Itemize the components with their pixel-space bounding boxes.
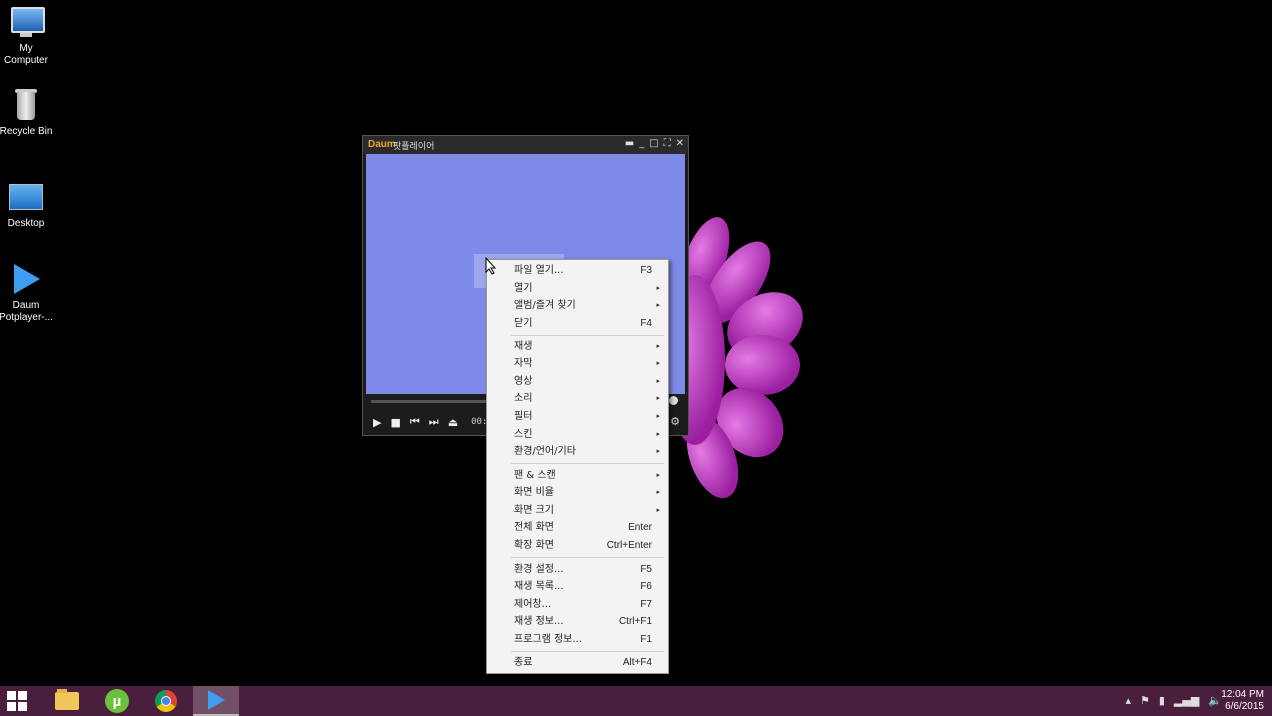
clock-time: 12:04 PM — [1221, 689, 1264, 700]
menu-separator — [511, 557, 664, 558]
menu-item-screen-size[interactable]: 화면 크기 ▸ — [487, 502, 668, 519]
menu-item-video[interactable]: 영상 ▸ — [487, 373, 668, 390]
clock-date: 6/6/2015 — [1225, 701, 1264, 712]
menu-item-audio[interactable]: 소리 ▸ — [487, 390, 668, 407]
volume-icon[interactable]: 🔈 — [1208, 694, 1222, 707]
taskbar-utorrent[interactable]: µ — [94, 686, 140, 716]
eject-icon[interactable]: ⏏ — [448, 416, 458, 429]
title-bar[interactable]: Daum 팟플레이어 ▬ _ □ ⛶ ✕ — [363, 136, 688, 154]
menu-separator — [511, 335, 664, 336]
daum-logo: Daum — [368, 139, 396, 150]
submenu-arrow-icon: ▸ — [656, 342, 660, 350]
menu-item-about[interactable]: 프로그램 정보... F1 — [487, 631, 668, 648]
utorrent-icon: µ — [105, 689, 129, 713]
submenu-arrow-icon: ▸ — [656, 301, 660, 309]
system-tray: ▴ ⚑ ▮ ▂▄▆ 🔈 — [1125, 694, 1222, 707]
show-hidden-icons-icon[interactable]: ▴ — [1125, 694, 1131, 707]
menu-item-playback[interactable]: 재생 ▸ — [487, 338, 668, 355]
minimize-icon[interactable]: _ — [639, 138, 644, 149]
desktop-icon-daum-potplayer[interactable]: Daum Potplayer-... — [0, 262, 56, 324]
play-icon[interactable]: ▶ — [373, 416, 381, 429]
menu-item-skins[interactable]: 스킨 ▸ — [487, 426, 668, 443]
computer-icon — [8, 5, 45, 41]
menu-item-close[interactable]: 닫기 F4 — [487, 315, 668, 332]
maximize-icon[interactable]: □ — [649, 138, 658, 149]
submenu-arrow-icon: ▸ — [656, 394, 660, 402]
menu-item-pan-scan[interactable]: 팬 & 스캔 ▸ — [487, 467, 668, 484]
potplayer-icon — [207, 690, 225, 710]
taskbar-potplayer[interactable] — [193, 686, 239, 716]
chrome-icon — [155, 690, 177, 712]
network-icon[interactable]: ▂▄▆ — [1174, 694, 1199, 707]
menu-item-control-panel[interactable]: 제어창... F7 — [487, 596, 668, 613]
windows-icon — [7, 691, 27, 711]
submenu-arrow-icon: ▸ — [656, 488, 660, 496]
previous-icon[interactable]: ⏮ — [410, 415, 420, 429]
taskbar: µ ▴ ⚑ ▮ ▂▄▆ 🔈 12:04 PM 6/6/2015 — [0, 686, 1272, 716]
pin-icon[interactable]: ▬ — [625, 138, 634, 149]
desktop-icon-label: My — [19, 43, 33, 54]
close-icon[interactable]: ✕ — [676, 138, 684, 149]
menu-item-subtitles[interactable]: 자막 ▸ — [487, 355, 668, 372]
fullscreen-icon[interactable]: ⛶ — [664, 138, 671, 149]
menu-item-album-favorites[interactable]: 앨범/즐겨 찾기 ▸ — [487, 297, 668, 314]
start-button[interactable] — [0, 686, 40, 716]
volume-knob[interactable] — [669, 396, 678, 405]
submenu-arrow-icon: ▸ — [656, 412, 660, 420]
folder-icon — [55, 689, 79, 710]
menu-item-extended-screen[interactable]: 확장 화면 Ctrl+Enter — [487, 537, 668, 554]
desktop-icon-label: Recycle Bin — [0, 126, 53, 137]
taskbar-file-explorer[interactable] — [44, 686, 90, 716]
taskbar-chrome[interactable] — [143, 686, 189, 716]
menu-item-open-file[interactable]: 파일 열기... F3 — [487, 262, 668, 279]
menu-item-aspect-ratio[interactable]: 화면 비율 ▸ — [487, 484, 668, 501]
window-title[interactable]: 팟플레이어 — [393, 139, 434, 152]
menu-item-playback-info[interactable]: 재생 정보... Ctrl+F1 — [487, 613, 668, 630]
submenu-arrow-icon: ▸ — [656, 506, 660, 514]
menu-item-preferences[interactable]: 환경 설정... F5 — [487, 561, 668, 578]
menu-item-playlist[interactable]: 재생 목록... F6 — [487, 578, 668, 595]
submenu-arrow-icon: ▸ — [656, 284, 660, 292]
menu-separator — [511, 463, 664, 464]
desktop-icon-label: Daum — [12, 300, 40, 311]
menu-item-filters[interactable]: 필터 ▸ — [487, 408, 668, 425]
submenu-arrow-icon: ▸ — [656, 377, 660, 385]
monitor-icon — [8, 180, 44, 216]
menu-item-environment-language[interactable]: 환경/언어/기타 ▸ — [487, 443, 668, 460]
desktop-icon-my-computer[interactable]: My Computer — [0, 5, 56, 67]
power-icon[interactable]: ▮ — [1159, 694, 1165, 707]
submenu-arrow-icon: ▸ — [656, 359, 660, 367]
menu-item-exit[interactable]: 종료 Alt+F4 — [487, 654, 668, 671]
menu-item-fullscreen[interactable]: 전체 화면 Enter — [487, 519, 668, 536]
submenu-arrow-icon: ▸ — [656, 471, 660, 479]
desktop-icon-label: Computer — [4, 55, 48, 66]
flag-icon[interactable]: ⚑ — [1140, 694, 1150, 707]
desktop-icon-label: Potplayer-... — [0, 312, 53, 323]
next-icon[interactable]: ⏭ — [429, 415, 439, 429]
menu-separator — [511, 651, 664, 652]
submenu-arrow-icon: ▸ — [656, 447, 660, 455]
desktop-icon-recycle-bin[interactable]: Recycle Bin — [0, 88, 56, 138]
settings-icon[interactable]: ⚙ — [670, 415, 680, 428]
menu-item-open[interactable]: 열기 ▸ — [487, 280, 668, 297]
desktop-icon-label: Desktop — [7, 218, 45, 229]
stop-icon[interactable]: ■ — [390, 416, 400, 429]
submenu-arrow-icon: ▸ — [656, 430, 660, 438]
potplayer-icon — [8, 262, 44, 298]
recycle-bin-icon — [8, 88, 44, 124]
mouse-cursor-icon — [485, 257, 497, 275]
desktop-icon-desktop[interactable]: Desktop — [0, 180, 56, 230]
context-menu: 파일 열기... F3 열기 ▸ 앨범/즐겨 찾기 ▸ 닫기 F4 재생 ▸ 자막 ▸ 영상… — [486, 259, 669, 674]
clock[interactable]: 12:04 PM 6/6/2015 — [1221, 689, 1264, 713]
